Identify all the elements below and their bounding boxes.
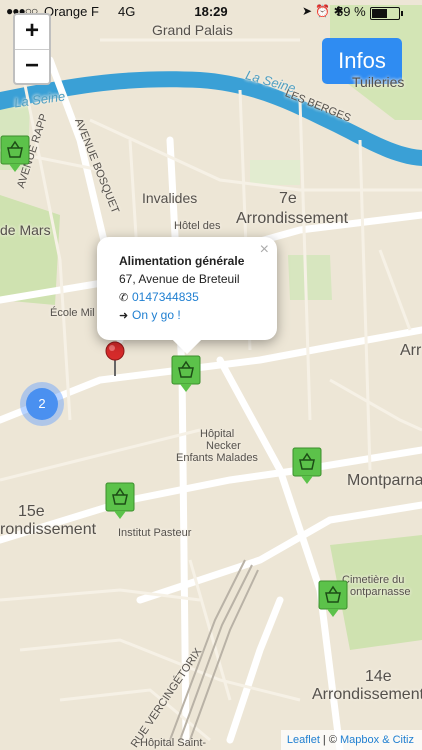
marker-cluster[interactable]: 2 bbox=[20, 382, 64, 426]
label-hopital-saint: Hôpital Saint- bbox=[140, 737, 207, 749]
popup-go-link[interactable]: On y go ! bbox=[132, 308, 181, 322]
red-pin-icon bbox=[105, 341, 125, 376]
zoom-in-button[interactable]: + bbox=[15, 15, 49, 49]
mapbox-link[interactable]: Mapbox & Citiz bbox=[340, 734, 414, 746]
popup-address: 67, Avenue de Breteuil bbox=[119, 272, 240, 286]
current-location-pin[interactable] bbox=[103, 340, 129, 378]
arrow-circle-icon: ➜ bbox=[119, 310, 129, 322]
popup-title: Alimentation générale bbox=[119, 254, 245, 268]
label-ecole-militaire: École Mil bbox=[50, 307, 95, 319]
attribution-separator: | © bbox=[319, 734, 341, 746]
popup-phone-link[interactable]: 0147344835 bbox=[132, 290, 199, 304]
label-15e: 15e bbox=[18, 503, 45, 520]
battery-icon bbox=[370, 7, 403, 20]
map-tiles bbox=[0, 0, 422, 750]
map[interactable]: ●●●○○ Orange F 4G 18:29 ➤ ⏰ ✱ 59 % + − I… bbox=[0, 0, 422, 750]
label-7e-arrondissement: Arrondissement bbox=[236, 210, 349, 227]
shop-marker[interactable] bbox=[171, 355, 203, 395]
basket-marker-icon bbox=[292, 447, 322, 484]
label-tuileries: Tuileries bbox=[352, 74, 405, 90]
label-montparnasse-cemetery: ontparnasse bbox=[350, 586, 411, 598]
phone-icon: ✆ bbox=[119, 292, 129, 304]
label-hopital: Hôpital bbox=[200, 428, 235, 440]
label-grand-palais: Grand Palais bbox=[152, 22, 233, 38]
popup-directions-row: ➜ On y go ! bbox=[119, 308, 181, 322]
shop-marker[interactable] bbox=[0, 135, 32, 175]
battery-percentage: 59 % bbox=[336, 4, 366, 19]
popup-close-button[interactable]: × bbox=[260, 241, 269, 259]
basket-marker-icon bbox=[318, 580, 348, 617]
basket-marker-icon bbox=[0, 135, 30, 172]
label-7e: 7e bbox=[279, 190, 297, 207]
label-14e-arrondissement: Arrondissement bbox=[312, 686, 422, 703]
label-14e: 14e bbox=[365, 668, 392, 685]
basket-marker-icon bbox=[171, 355, 201, 392]
leaflet-link[interactable]: Leaflet bbox=[287, 734, 320, 746]
label-hotel-des: Hôtel des bbox=[174, 220, 221, 232]
basket-marker-icon bbox=[105, 482, 135, 519]
shop-marker[interactable] bbox=[292, 447, 324, 487]
label-de-mars: de Mars bbox=[0, 222, 51, 238]
cluster-count: 2 bbox=[26, 388, 58, 420]
zoom-control: + − bbox=[13, 13, 51, 85]
label-cimetiere: Cimetière du bbox=[342, 574, 405, 586]
battery-level bbox=[372, 9, 387, 18]
status-bar: ●●●○○ Orange F 4G 18:29 ➤ ⏰ ✱ 59 % bbox=[0, 0, 422, 24]
label-15e-arrondissement: rondissement bbox=[0, 521, 97, 538]
label-enfants-malades: Enfants Malades bbox=[176, 452, 258, 464]
zoom-out-button[interactable]: − bbox=[15, 49, 49, 83]
shop-marker[interactable] bbox=[105, 482, 137, 522]
label-montparnasse: Montparna bbox=[347, 472, 422, 489]
shop-marker[interactable] bbox=[318, 580, 350, 620]
label-institut-pasteur: Institut Pasteur bbox=[118, 527, 192, 539]
popup-phone-row: ✆ 0147344835 bbox=[119, 290, 199, 304]
label-necker: Necker bbox=[206, 440, 241, 452]
shop-popup: × Alimentation générale 67, Avenue de Br… bbox=[97, 237, 277, 340]
map-attribution: Leaflet | © Mapbox & Citiz bbox=[280, 730, 422, 750]
label-arr-right: Arr bbox=[400, 342, 422, 359]
label-invalides: Invalides bbox=[142, 190, 198, 206]
